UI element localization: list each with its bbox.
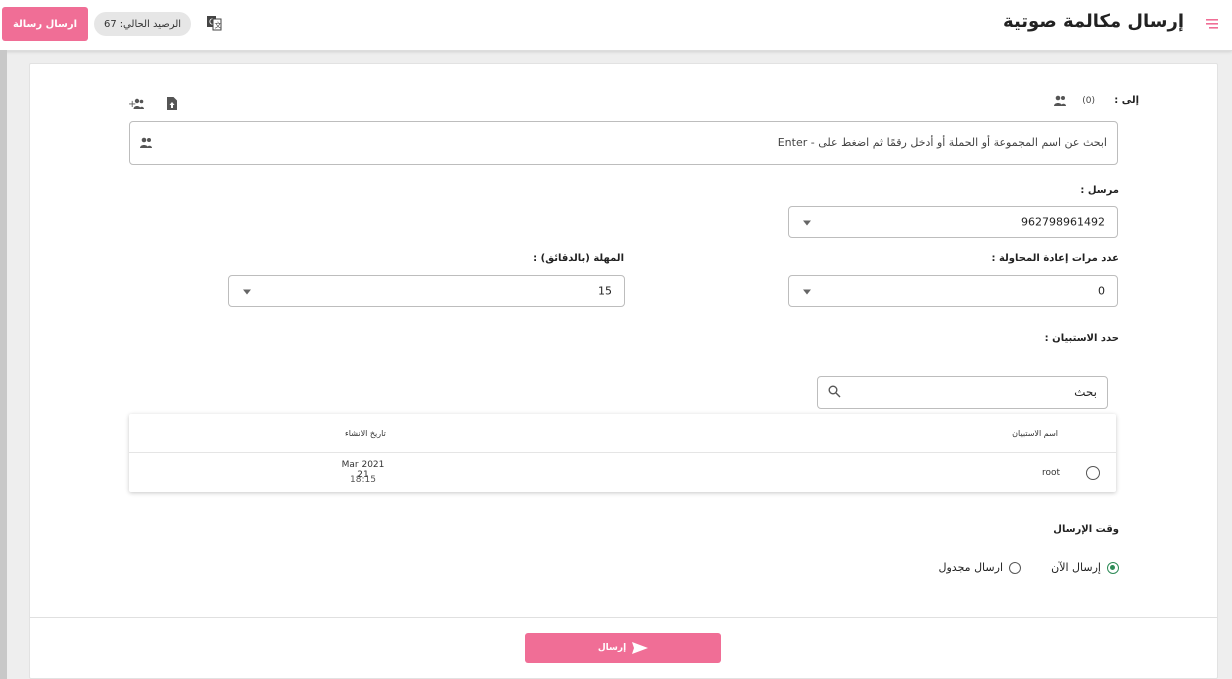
sender-value: 962798961492 <box>1021 215 1105 229</box>
survey-search-placeholder: بحث <box>1074 385 1097 399</box>
retries-select[interactable]: 0 <box>788 275 1118 307</box>
chevron-down-icon <box>803 220 811 226</box>
sender-label: مرسل : <box>1080 185 1119 196</box>
top-bar: ارسال رسالة الرصيد الحالي: 67 G 文 إرسال … <box>0 0 1232 51</box>
retries-label: عدد مرات إعادة المحاولة : <box>991 253 1120 264</box>
survey-name-cell: root <box>1041 468 1060 478</box>
timeout-label: المهلة (بالدقائق) : <box>533 253 624 264</box>
add-group-icon[interactable]: + <box>128 98 144 110</box>
send-button[interactable]: إرسال <box>525 633 721 663</box>
send-time-label: وقت الإرسال <box>1053 524 1119 535</box>
send-scheduled-label: ارسال مجدول <box>938 561 1004 574</box>
recipient-search-placeholder: ابحث عن اسم المجموعة أو الحملة أو أدخل ر… <box>777 136 1107 149</box>
table-row[interactable]: root Mar 2021 21 18:15 <box>129 453 1116 492</box>
recipient-count: (0) <box>1082 96 1095 106</box>
survey-table: اسم الاستبيان تاريخ الانشاء root Mar 202… <box>129 414 1116 492</box>
call-form-card: إلى : (0) + ابحث عن اسم المجموعة أو الحم… <box>29 63 1218 679</box>
send-now-radio[interactable] <box>1107 562 1119 574</box>
menu-icon[interactable] <box>1206 18 1218 30</box>
column-header-created-date: تاريخ الانشاء <box>345 429 386 438</box>
timeout-select[interactable]: 15 <box>228 275 625 307</box>
timeout-value: 15 <box>598 284 612 298</box>
column-header-survey-name: اسم الاستبيان <box>1012 429 1058 438</box>
send-message-button[interactable]: ارسال رسالة <box>2 7 88 41</box>
survey-label: حدد الاستبيان : <box>1044 333 1119 344</box>
send-scheduled-radio[interactable] <box>1009 562 1021 574</box>
footer-divider <box>30 617 1217 618</box>
survey-radio[interactable] <box>1086 466 1100 480</box>
send-icon <box>632 642 649 654</box>
side-scroll-strip <box>0 50 7 679</box>
retries-value: 0 <box>1098 284 1105 298</box>
translate-icon[interactable]: G 文 <box>206 15 222 31</box>
balance-value: 67 <box>103 18 117 30</box>
svg-text:文: 文 <box>215 21 222 30</box>
balance-label: الرصيد الحالي: <box>119 18 182 30</box>
upload-file-icon[interactable] <box>167 97 177 110</box>
chevron-down-icon <box>803 289 811 295</box>
balance-badge: الرصيد الحالي: 67 <box>94 12 191 36</box>
contacts-icon <box>140 137 152 148</box>
group-icon <box>1054 95 1066 106</box>
page-title: إرسال مكالمة صوتية <box>1003 11 1184 32</box>
created-time-cell: 18:15 <box>350 475 376 485</box>
search-icon <box>828 385 841 398</box>
survey-search-input[interactable]: بحث <box>817 376 1108 409</box>
recipient-search-input[interactable]: ابحث عن اسم المجموعة أو الحملة أو أدخل ر… <box>129 121 1118 165</box>
send-now-label: إرسال الآن <box>1051 561 1101 574</box>
send-button-label: إرسال <box>597 643 627 653</box>
to-label: إلى : <box>1114 95 1139 106</box>
sender-select[interactable]: 962798961492 <box>788 206 1118 238</box>
chevron-down-icon <box>243 289 251 295</box>
